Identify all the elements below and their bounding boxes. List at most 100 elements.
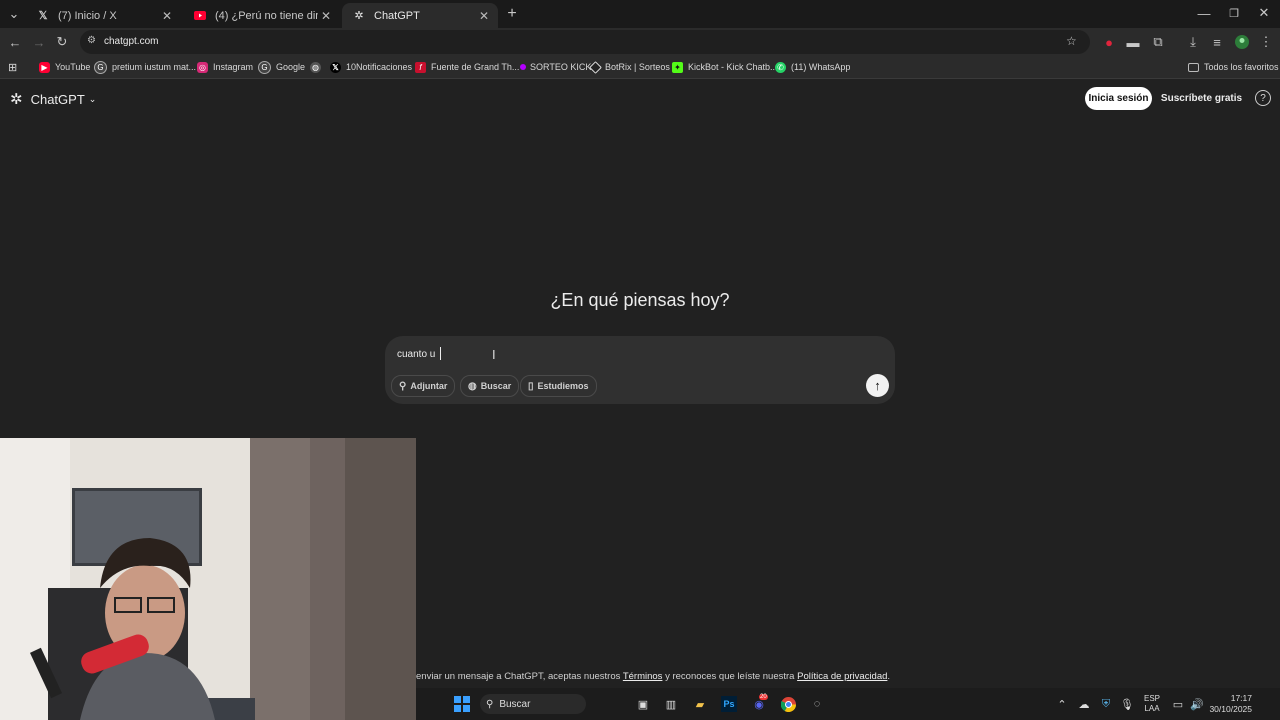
microphone-icon[interactable]: 🎙 (1119, 696, 1135, 712)
extension-icon[interactable]: ▬ (1123, 32, 1143, 52)
close-icon[interactable]: ✕ (476, 9, 492, 23)
security-icon[interactable]: ⛨ (1098, 696, 1114, 712)
language-indicator[interactable]: ESP LAA (1144, 694, 1160, 714)
tab-search-icon[interactable]: ⌄ (4, 4, 24, 24)
terms-link[interactable]: Términos (623, 671, 663, 682)
bookmark-fuente-gta[interactable]: f Fuente de Grand Th... (415, 60, 519, 74)
tab-title: ChatGPT (374, 9, 420, 22)
bookmark-label: Fuente de Grand Th... (431, 62, 520, 72)
send-button[interactable]: ↑ (866, 374, 889, 397)
cloud-icon[interactable]: ☁ (1076, 696, 1092, 712)
study-button[interactable]: ▯ Estudiemos (520, 375, 597, 397)
windows-start-icon[interactable] (454, 696, 470, 712)
site-info-icon[interactable]: ⚙ (87, 35, 96, 46)
new-tab-icon[interactable]: + (502, 4, 522, 24)
taskbar-search[interactable]: ⚲ Buscar (480, 694, 586, 714)
chevron-up-icon[interactable]: ⌃ (1054, 696, 1070, 712)
address-bar[interactable]: ⚙ chatgpt.com ☆ (80, 30, 1090, 54)
font-icon: f (415, 61, 426, 73)
network-icon[interactable]: ▭ (1170, 696, 1186, 712)
google-icon: G (258, 60, 271, 74)
extension-red-icon[interactable]: ● (1099, 32, 1119, 52)
restore-icon[interactable]: ❐ (1224, 3, 1244, 23)
study-label: Estudiemos (537, 381, 589, 391)
forward-icon[interactable]: → (29, 32, 49, 52)
privacy-link[interactable]: Política de privacidad (797, 671, 887, 682)
page-heading: ¿En qué piensas hoy? (550, 290, 730, 310)
globe-icon: ◍ (468, 380, 477, 392)
bookmark-youtube[interactable]: ▶ YouTube (39, 60, 90, 74)
signup-button[interactable]: Suscríbete gratis (1159, 87, 1244, 110)
instagram-icon: ◎ (197, 61, 208, 73)
media-control-icon[interactable]: ≡ (1207, 32, 1227, 52)
attach-button[interactable]: ⚲ Adjuntar (391, 375, 456, 397)
help-icon[interactable]: ? (1255, 90, 1271, 106)
bookmark-label: 10Notificaciones (346, 62, 413, 72)
extensions-puzzle-icon[interactable]: ⧉ (1148, 32, 1168, 52)
bookmark-10notificaciones[interactable]: 𝕏 10Notificaciones (330, 60, 412, 74)
chrome-icon[interactable] (780, 696, 796, 712)
terms-footer: enviar un mensaje a ChatGPT, aceptas nue… (416, 671, 890, 682)
bookmark-label: Google (276, 62, 306, 72)
bookmark-label: YouTube (55, 62, 91, 72)
close-icon[interactable]: ✕ (318, 9, 334, 23)
model-selector[interactable]: ✲ ChatGPT ⌄ (10, 89, 96, 109)
chevron-down-icon: ⌄ (88, 93, 97, 104)
browser-tab-strip: ⌄ 𝕏 (7) Inicio / X ✕ (4) ¿Perú no tiene … (0, 0, 1280, 28)
bookmarks-bar: ⊞ ▶ YouTube Gpretium iustum mat... ◎ Insta… (0, 56, 1280, 79)
photoshop-icon[interactable]: Ps (721, 696, 737, 712)
attach-label: Adjuntar (410, 381, 448, 391)
login-button[interactable]: Inicia sesión (1085, 87, 1152, 110)
bookmark-pretium[interactable]: Gpretium iustum mat... (94, 60, 196, 74)
prompt-input[interactable]: cuanto u (397, 349, 435, 360)
tab-title: (4) ¿Perú no tiene dinero para e... (215, 9, 318, 22)
bookmark-label: SORTEO KICK (530, 62, 592, 72)
tab-title: (7) Inicio / X (58, 9, 117, 22)
menu-icon[interactable]: ⋮ (1256, 32, 1276, 52)
bookmark-kickbot[interactable]: ✦ KickBot - Kick Chatb... (672, 60, 778, 74)
bookmark-sorteo-kick[interactable]: SORTEO KICK (520, 60, 591, 74)
volume-icon[interactable]: 🔊 (1189, 696, 1205, 712)
bookmark-botrix[interactable]: BotRix | Sorteos (589, 60, 670, 74)
apps-grid-icon[interactable]: ⊞ (8, 60, 17, 74)
search-icon: ⚲ (486, 698, 494, 710)
bookmark-whatsapp[interactable]: ✆ (11) WhatsApp (775, 60, 850, 74)
tab-youtube[interactable]: (4) ¿Perú no tiene dinero para e... ✕ (183, 3, 340, 28)
bookmark-google[interactable]: G Google (258, 60, 305, 74)
bookmark-label: (11) WhatsApp (791, 62, 851, 72)
x-logo-icon: 𝕏 (330, 61, 341, 73)
bookmark-label: KickBot - Kick Chatb... (688, 62, 778, 72)
app-icon[interactable]: ▥ (663, 696, 679, 712)
clock[interactable]: 17:17 30/10/2025 (1206, 693, 1252, 715)
minimize-icon[interactable]: — (1194, 3, 1214, 23)
all-bookmarks[interactable]: Todos los favoritos (1188, 60, 1279, 74)
browser-toolbar: ← → ↻ ⚙ chatgpt.com ☆ ● ▬ ⧉ ⤓ ≡ ⋮ (0, 28, 1280, 56)
window-close-icon[interactable]: ✕ (1254, 3, 1274, 23)
bookmark-star-icon[interactable]: ☆ (1066, 34, 1077, 48)
bookmark-label: pretium iustum mat... (112, 62, 197, 72)
paperclip-icon: ⚲ (399, 380, 407, 392)
globe-icon: ◍ (310, 61, 321, 73)
reload-icon[interactable]: ↻ (52, 32, 72, 52)
bookmark-label: Instagram (213, 62, 254, 72)
windows-taskbar: ⚲ Buscar ▣ ▥ ▰ Ps ◉ 20 ◌ ⌃ ☁ ⛨ 🎙 ESP LAA… (416, 688, 1280, 720)
webcam-overlay (0, 438, 416, 720)
close-icon[interactable]: ✕ (159, 9, 175, 23)
tab-chatgpt[interactable]: ✲ ChatGPT ✕ (342, 3, 498, 28)
tab-x[interactable]: 𝕏 (7) Inicio / X ✕ (26, 3, 181, 28)
profile-avatar-icon[interactable] (1232, 32, 1252, 52)
bookmark-instagram[interactable]: ◎ Instagram (197, 60, 253, 74)
whatsapp-icon: ✆ (775, 61, 786, 73)
download-icon[interactable]: ⤓ (1183, 32, 1203, 52)
back-icon[interactable]: ← (5, 32, 25, 52)
search-label: Buscar (480, 381, 512, 391)
google-icon: G (94, 60, 107, 74)
text-caret (440, 347, 441, 360)
footer-text: . (887, 671, 891, 682)
app-icon[interactable]: ◌ (809, 696, 825, 712)
search-button[interactable]: ◍ Buscar (460, 375, 520, 397)
bookmark-globe[interactable]: ◍ (310, 60, 326, 74)
message-composer: cuanto u ⚲ Adjuntar ◍ Buscar ▯ Estudiemos ↑ (385, 336, 895, 404)
task-view-icon[interactable]: ▣ (635, 696, 651, 712)
file-explorer-icon[interactable]: ▰ (692, 696, 708, 712)
